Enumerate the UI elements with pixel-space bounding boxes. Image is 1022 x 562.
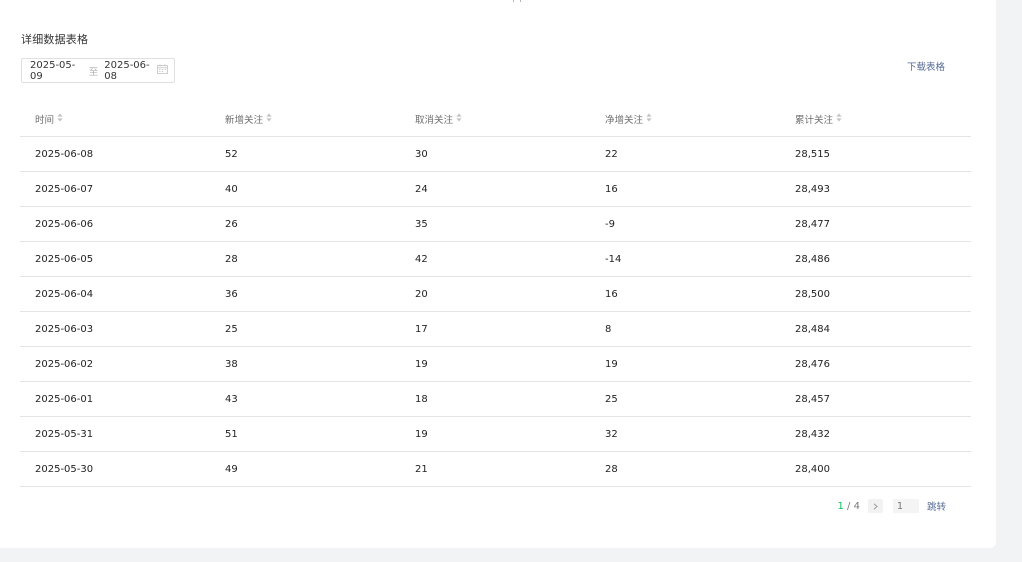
- cell-col-new-follow: 43: [225, 393, 238, 405]
- cell-col-time: 2025-06-08: [35, 148, 94, 160]
- cell-col-unfollow: 35: [415, 218, 428, 230]
- cell-col-time: 2025-05-31: [35, 428, 94, 440]
- cell-col-net-follow: 25: [605, 393, 618, 405]
- data-table: 时间 新增关注 取消关注 净增关注 累计关注 2025-06-08 52 30 22 28,51…: [20, 102, 971, 487]
- cell-col-unfollow: 19: [415, 358, 428, 370]
- cell-col-unfollow: 18: [415, 393, 428, 405]
- cell-col-time: 2025-06-07: [35, 183, 94, 195]
- cell-col-new-follow: 28: [225, 253, 238, 265]
- table-row: 2025-06-06 26 35 -9 28,477: [20, 207, 971, 242]
- cell-col-time: 2025-06-06: [35, 218, 94, 230]
- sort-icon[interactable]: [456, 113, 462, 125]
- cell-col-new-follow: 49: [225, 463, 238, 475]
- cell-col-total-follow: 28,515: [795, 148, 830, 160]
- cell-col-time: 2025-06-01: [35, 393, 94, 405]
- cell-col-total-follow: 28,486: [795, 253, 830, 265]
- header-col-new-follow[interactable]: 新增关注: [225, 112, 415, 126]
- sort-icon[interactable]: [646, 113, 652, 125]
- top-divider-mark: [513, 0, 521, 2]
- end-date[interactable]: 2025-06-08: [104, 60, 157, 82]
- table-body: 2025-06-08 52 30 22 28,515 2025-06-07 40 24 16 28…: [20, 137, 971, 487]
- total-pages: 4: [853, 500, 860, 512]
- table-row: 2025-06-01 43 18 25 28,457: [20, 382, 971, 417]
- calendar-icon[interactable]: [157, 64, 168, 77]
- cell-col-unfollow: 42: [415, 253, 428, 265]
- jump-button[interactable]: 跳转: [927, 499, 946, 513]
- pagination: 1 / 4 跳转: [838, 499, 946, 513]
- cell-col-total-follow: 28,477: [795, 218, 830, 230]
- cell-col-unfollow: 17: [415, 323, 428, 335]
- header-label: 净增关注: [605, 115, 644, 126]
- cell-col-new-follow: 51: [225, 428, 238, 440]
- cell-col-net-follow: 16: [605, 288, 618, 300]
- header-label: 累计关注: [795, 115, 834, 126]
- cell-col-unfollow: 24: [415, 183, 428, 195]
- detail-data-card: 详细数据表格 2025-05-09 至 2025-06-08 下载表格 时间 新增…: [0, 0, 996, 548]
- cell-col-unfollow: 30: [415, 148, 428, 160]
- cell-col-net-follow: -14: [605, 253, 622, 265]
- table-row: 2025-06-07 40 24 16 28,493: [20, 172, 971, 207]
- cell-col-net-follow: 28: [605, 463, 618, 475]
- next-page-button[interactable]: [867, 499, 883, 513]
- chevron-right-icon: [873, 502, 878, 510]
- date-range-picker[interactable]: 2025-05-09 至 2025-06-08: [21, 58, 175, 83]
- cell-col-new-follow: 25: [225, 323, 238, 335]
- table-row: 2025-05-30 49 21 28 28,400: [20, 452, 971, 487]
- cell-col-total-follow: 28,457: [795, 393, 830, 405]
- cell-col-new-follow: 36: [225, 288, 238, 300]
- cell-col-total-follow: 28,493: [795, 183, 830, 195]
- cell-col-net-follow: 32: [605, 428, 618, 440]
- header-col-time[interactable]: 时间: [35, 112, 225, 126]
- section-title: 详细数据表格: [21, 33, 89, 46]
- header-col-unfollow[interactable]: 取消关注: [415, 112, 605, 126]
- cell-col-time: 2025-06-05: [35, 253, 94, 265]
- cell-col-time: 2025-06-02: [35, 358, 94, 370]
- cell-col-net-follow: -9: [605, 218, 615, 230]
- cell-col-total-follow: 28,432: [795, 428, 830, 440]
- cell-col-total-follow: 28,400: [795, 463, 830, 475]
- cell-col-unfollow: 19: [415, 428, 428, 440]
- date-separator: 至: [88, 66, 99, 78]
- cell-col-time: 2025-05-30: [35, 463, 94, 475]
- cell-col-net-follow: 19: [605, 358, 618, 370]
- cell-col-new-follow: 52: [225, 148, 238, 160]
- cell-col-unfollow: 20: [415, 288, 428, 300]
- cell-col-time: 2025-06-04: [35, 288, 94, 300]
- cell-col-total-follow: 28,484: [795, 323, 830, 335]
- page-indicator: 1 / 4: [838, 501, 860, 512]
- cell-col-new-follow: 38: [225, 358, 238, 370]
- sort-icon[interactable]: [57, 113, 63, 125]
- download-table-link[interactable]: 下载表格: [907, 59, 945, 73]
- table-row: 2025-05-31 51 19 32 28,432: [20, 417, 971, 452]
- header-col-net-follow[interactable]: 净增关注: [605, 112, 795, 126]
- sort-icon[interactable]: [836, 113, 842, 125]
- table-row: 2025-06-08 52 30 22 28,515: [20, 137, 971, 172]
- start-date[interactable]: 2025-05-09: [30, 60, 83, 82]
- page-separator: /: [843, 500, 854, 512]
- cell-col-total-follow: 28,476: [795, 358, 830, 370]
- header-col-total-follow[interactable]: 累计关注: [795, 112, 986, 126]
- cell-col-net-follow: 16: [605, 183, 618, 195]
- cell-col-new-follow: 40: [225, 183, 238, 195]
- cell-col-new-follow: 26: [225, 218, 238, 230]
- header-label: 取消关注: [415, 115, 454, 126]
- sort-icon[interactable]: [266, 113, 272, 125]
- table-row: 2025-06-02 38 19 19 28,476: [20, 347, 971, 382]
- cell-col-net-follow: 22: [605, 148, 618, 160]
- page-number-input[interactable]: [892, 499, 919, 513]
- header-label: 时间: [35, 115, 55, 126]
- cell-col-unfollow: 21: [415, 463, 428, 475]
- table-header: 时间 新增关注 取消关注 净增关注 累计关注: [20, 102, 971, 137]
- cell-col-net-follow: 8: [605, 323, 612, 335]
- cell-col-total-follow: 28,500: [795, 288, 830, 300]
- table-row: 2025-06-03 25 17 8 28,484: [20, 312, 971, 347]
- table-row: 2025-06-04 36 20 16 28,500: [20, 277, 971, 312]
- cell-col-time: 2025-06-03: [35, 323, 94, 335]
- header-label: 新增关注: [225, 115, 264, 126]
- table-row: 2025-06-05 28 42 -14 28,486: [20, 242, 971, 277]
